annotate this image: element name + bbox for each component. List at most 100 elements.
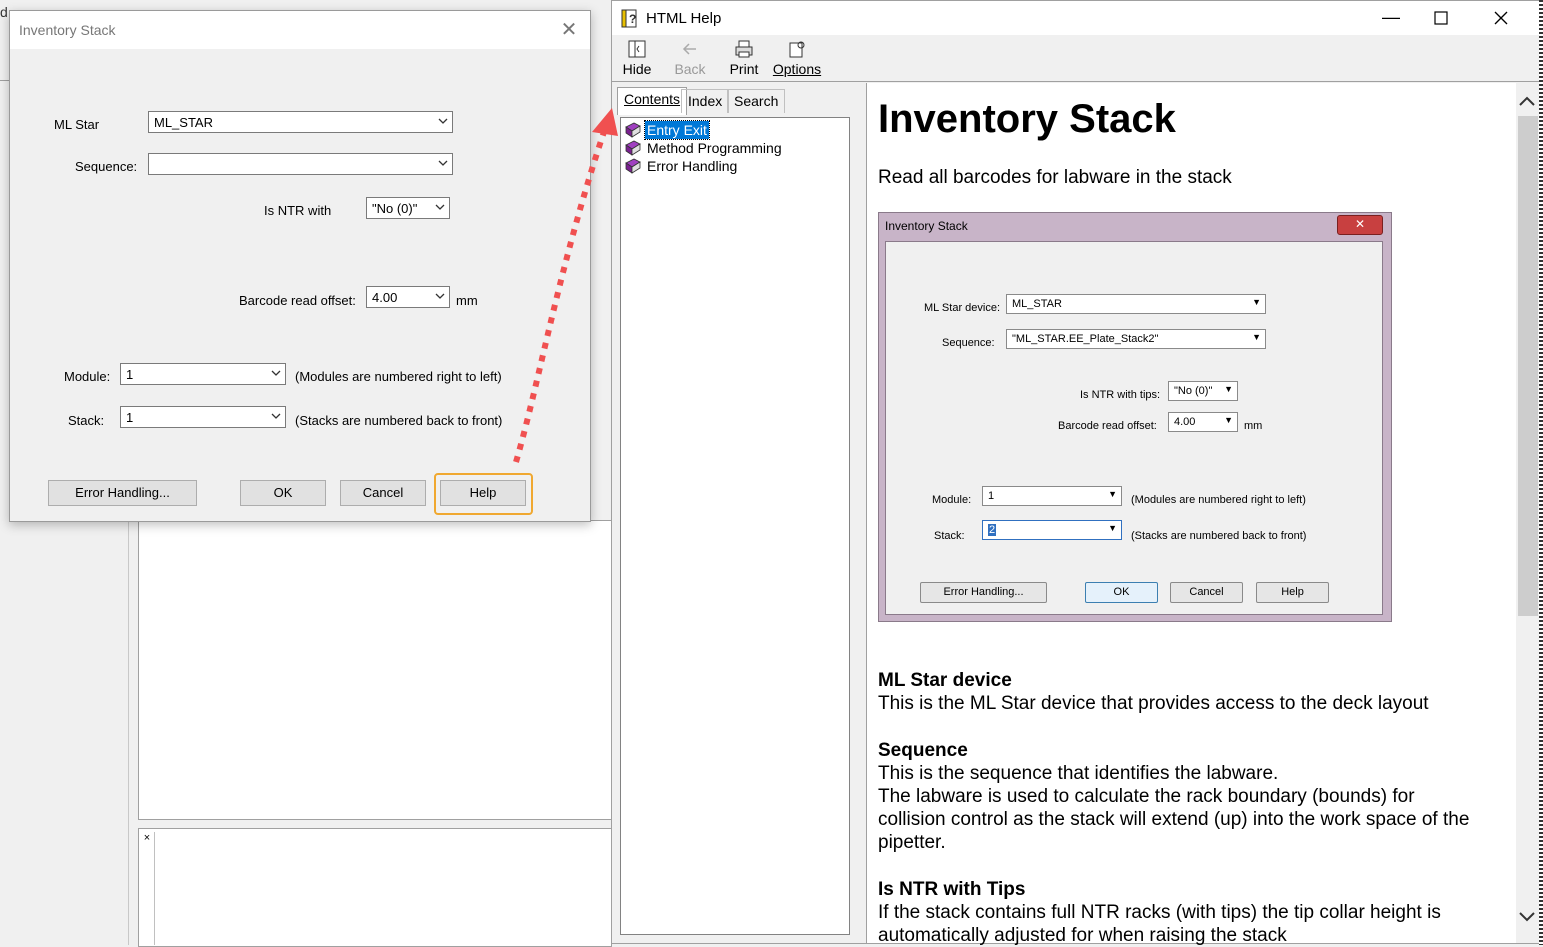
screenshot-body: ML Star device: ML_STAR ▼ Sequence: "ML_S… — [885, 241, 1383, 615]
dialog-title: Inventory Stack — [19, 22, 116, 38]
chevron-down-icon — [435, 204, 445, 210]
chevron-down-icon — [438, 118, 448, 124]
options-toolbar-button[interactable]: Options — [772, 39, 822, 77]
is-ntr-label: Is NTR with — [264, 203, 332, 218]
chevron-down-icon — [271, 370, 281, 376]
scrollbar-thumb[interactable] — [1518, 116, 1538, 616]
tree-item-label: Entry Exit — [644, 120, 710, 140]
back-toolbar-button[interactable]: Back — [672, 39, 708, 77]
inventory-stack-dialog: Inventory Stack ✕ ML Star ML_STAR Sequen… — [9, 10, 591, 522]
chevron-down-icon — [435, 293, 445, 299]
background-right-edge — [1539, 0, 1543, 945]
module-note: (Modules are numbered right to left) — [295, 369, 502, 384]
section-title: Is NTR with Tips — [878, 879, 1026, 900]
section-line: This is the ML Star device that provides… — [878, 693, 1429, 714]
screenshot-barcode-value: 4.00 — [1174, 416, 1196, 428]
toolbar-divider — [612, 81, 1540, 82]
cancel-button[interactable]: Cancel — [340, 480, 426, 506]
svg-text:?: ? — [629, 12, 636, 26]
screenshot-ml-star-value: ML_STAR — [1012, 298, 1062, 310]
screenshot-help-button: Help — [1256, 582, 1329, 603]
triangle-down-icon: ▼ — [1108, 489, 1117, 499]
options-label: Options — [772, 61, 822, 77]
ok-button[interactable]: OK — [240, 480, 326, 506]
barcode-offset-label: Barcode read offset: — [239, 293, 356, 308]
sequence-label: Sequence: — [75, 159, 138, 174]
ml-star-label: ML Star — [54, 117, 100, 132]
screenshot-is-ntr-dropdown: "No (0)" ▼ — [1168, 381, 1238, 401]
hide-icon — [628, 40, 646, 58]
screenshot-sequence-dropdown: "ML_STAR.EE_Plate_Stack2" ▼ — [1006, 329, 1266, 349]
sequence-dropdown[interactable] — [148, 153, 453, 175]
background-workspace-panel — [138, 520, 612, 820]
screenshot-barcode-unit: mm — [1244, 420, 1263, 432]
chevron-down-icon — [271, 413, 281, 419]
screenshot-barcode-label: Barcode read offset: — [1058, 420, 1157, 432]
section-title: ML Star device — [878, 670, 1012, 691]
help-title-bar: ? HTML Help — — [612, 1, 1540, 35]
dialog-title-bar: Inventory Stack ✕ — [10, 11, 590, 49]
module-value: 1 — [126, 367, 134, 382]
chevron-down-icon — [438, 160, 448, 166]
help-button[interactable]: Help — [440, 480, 526, 506]
stack-value: 1 — [126, 410, 134, 425]
tab-search[interactable]: Search — [727, 89, 786, 113]
stack-dropdown[interactable]: 1 — [120, 406, 286, 428]
book-icon — [625, 158, 641, 174]
screenshot-module-note: (Modules are numbered right to left) — [1131, 494, 1306, 506]
triangle-down-icon: ▼ — [1108, 523, 1117, 533]
screenshot-cancel-button: Cancel — [1170, 582, 1243, 603]
screenshot-module-dropdown: 1 ▼ — [982, 486, 1122, 506]
minimize-icon[interactable]: — — [1376, 3, 1406, 33]
section-line: automatically adjusted for when raising … — [878, 925, 1287, 946]
background-panel-close-icon[interactable]: × — [140, 832, 155, 945]
screenshot-title: Inventory Stack — [885, 219, 968, 233]
triangle-down-icon: ▼ — [1224, 384, 1233, 394]
screenshot-stack-dropdown: 2 ▼ — [982, 520, 1122, 540]
maximize-icon[interactable] — [1434, 11, 1448, 25]
triangle-down-icon: ▼ — [1252, 332, 1261, 342]
screenshot-ml-star-dropdown: ML_STAR ▼ — [1006, 294, 1266, 314]
screenshot-is-ntr-value: "No (0)" — [1174, 385, 1213, 397]
printer-icon — [735, 40, 753, 58]
background-output-panel — [138, 828, 612, 947]
triangle-down-icon: ▼ — [1224, 415, 1233, 425]
ml-star-dropdown[interactable]: ML_STAR — [148, 111, 453, 133]
print-toolbar-button[interactable]: Print — [726, 39, 762, 77]
is-ntr-dropdown[interactable]: "No (0)" — [366, 197, 450, 219]
section-line: This is the sequence that identifies the… — [878, 763, 1279, 784]
background-partial-text: d — [0, 4, 8, 20]
help-content-pane: Inventory Stack Read all barcodes for la… — [866, 83, 1517, 946]
screenshot-module-label: Module: — [932, 494, 972, 506]
barcode-offset-value: 4.00 — [372, 290, 398, 305]
page-title: Inventory Stack — [878, 97, 1176, 141]
screenshot-ml-star-label: ML Star device: — [924, 302, 1001, 314]
section-line: If the stack contains full NTR racks (wi… — [878, 902, 1441, 923]
module-dropdown[interactable]: 1 — [120, 363, 286, 385]
screenshot-barcode-dropdown: 4.00 ▼ — [1168, 412, 1238, 432]
barcode-offset-dropdown[interactable]: 4.00 — [366, 286, 450, 308]
chevron-down-icon[interactable] — [1517, 909, 1537, 925]
print-label: Print — [729, 61, 759, 77]
barcode-offset-unit: mm — [456, 293, 478, 308]
screenshot-stack-value: 2 — [988, 524, 997, 536]
tab-contents[interactable]: Contents — [617, 87, 688, 115]
help-window-title: HTML Help — [646, 10, 722, 27]
contents-tree: Entry Exit Method Programming Error Hand… — [620, 117, 850, 935]
sections-container: ML Star device This is the ML Star devic… — [878, 669, 1508, 947]
error-handling-button[interactable]: Error Handling... — [48, 480, 197, 506]
close-icon[interactable]: ✕ — [558, 19, 580, 41]
back-label: Back — [674, 61, 706, 77]
stack-note: (Stacks are numbered back to front) — [295, 413, 503, 428]
tab-index[interactable]: Index — [681, 89, 730, 113]
screenshot-stack-note: (Stacks are numbered back to front) — [1131, 530, 1307, 542]
chevron-up-icon[interactable] — [1517, 93, 1537, 109]
module-label: Module: — [64, 369, 111, 384]
screenshot-close-icon: ✕ — [1337, 215, 1383, 235]
hide-toolbar-button[interactable]: Hide — [620, 39, 654, 77]
html-help-window: ? HTML Help — Hide Back Print Options Co… — [611, 0, 1541, 946]
screenshot-stack-label: Stack: — [934, 530, 965, 542]
close-icon[interactable] — [1494, 11, 1508, 25]
